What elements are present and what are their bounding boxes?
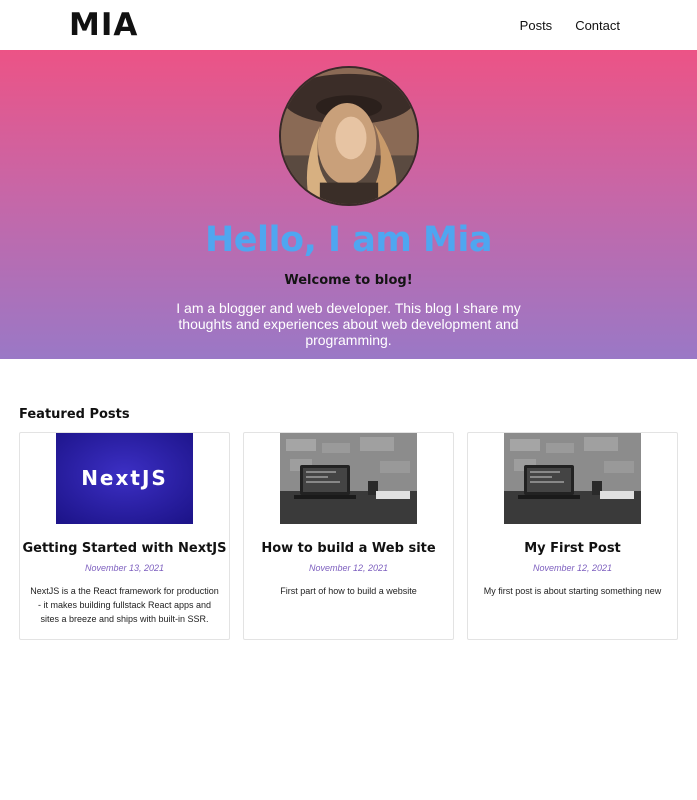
hero-section: Hello, I am Mia Welcome to blog! I am a … bbox=[0, 50, 697, 359]
posts-grid: NextJS Getting Started with NextJS Novem… bbox=[19, 432, 678, 640]
post-excerpt: First part of how to build a website bbox=[280, 586, 417, 596]
post-card[interactable]: NextJS Getting Started with NextJS Novem… bbox=[19, 432, 230, 640]
main-nav: Posts Contact bbox=[520, 18, 620, 33]
post-title: My First Post bbox=[524, 541, 621, 556]
post-thumbnail: NextJS bbox=[56, 433, 193, 524]
nav-link-contact[interactable]: Contact bbox=[575, 18, 620, 33]
nextjs-logo-text: NextJS bbox=[81, 466, 168, 490]
post-excerpt: My first post is about starting somethin… bbox=[483, 586, 662, 596]
post-title: Getting Started with NextJS bbox=[22, 541, 227, 556]
hero-subtitle: Welcome to blog! bbox=[284, 273, 413, 288]
hero-title: Hello, I am Mia bbox=[205, 220, 492, 260]
site-logo[interactable]: MIA bbox=[69, 7, 138, 43]
post-card[interactable]: How to build a Web site November 12, 202… bbox=[243, 432, 454, 640]
featured-posts-heading: Featured Posts bbox=[19, 407, 130, 422]
hero-description: I am a blogger and web developer. This b… bbox=[176, 300, 521, 348]
post-excerpt: NextJS is a the React framework for prod… bbox=[30, 586, 219, 624]
post-date: November 13, 2021 bbox=[84, 563, 165, 573]
nav-link-posts[interactable]: Posts bbox=[520, 18, 553, 33]
featured-posts-section: Featured Posts NextJS Getting Started wi… bbox=[0, 359, 697, 640]
post-thumbnail bbox=[504, 433, 641, 524]
post-card[interactable]: My First Post November 12, 2021 My first… bbox=[467, 432, 678, 640]
post-date: November 12, 2021 bbox=[532, 563, 613, 573]
post-thumbnail bbox=[280, 433, 417, 524]
post-date: November 12, 2021 bbox=[308, 563, 389, 573]
post-title: How to build a Web site bbox=[261, 541, 436, 556]
site-header: MIA Posts Contact bbox=[0, 0, 697, 50]
author-avatar bbox=[278, 66, 419, 206]
